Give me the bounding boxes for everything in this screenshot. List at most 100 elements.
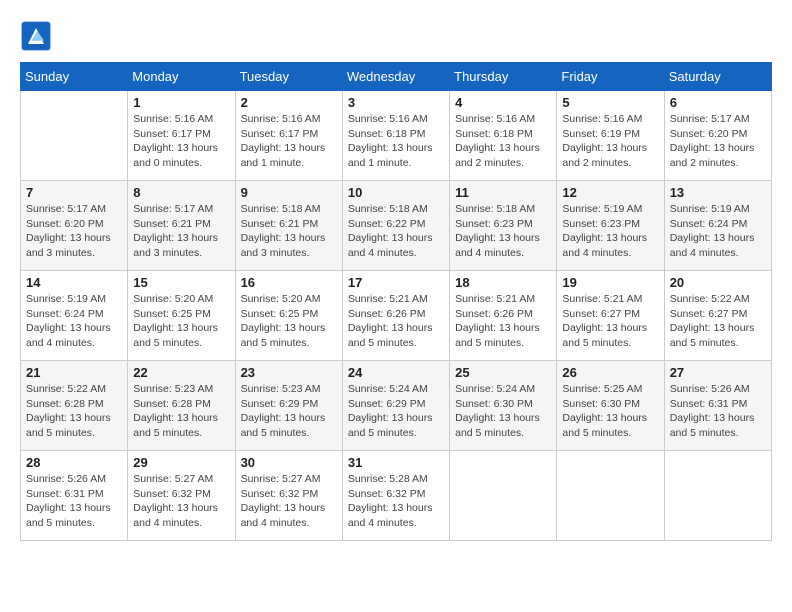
day-info: Sunrise: 5:16 AMSunset: 6:17 PMDaylight:… (133, 112, 229, 171)
day-number: 2 (241, 95, 337, 110)
calendar-cell (664, 451, 771, 541)
day-info: Sunrise: 5:27 AMSunset: 6:32 PMDaylight:… (241, 472, 337, 531)
calendar-cell: 13 Sunrise: 5:19 AMSunset: 6:24 PMDayligh… (664, 181, 771, 271)
day-info: Sunrise: 5:17 AMSunset: 6:20 PMDaylight:… (26, 202, 122, 261)
day-info: Sunrise: 5:17 AMSunset: 6:21 PMDaylight:… (133, 202, 229, 261)
day-info: Sunrise: 5:25 AMSunset: 6:30 PMDaylight:… (562, 382, 658, 441)
day-info: Sunrise: 5:20 AMSunset: 6:25 PMDaylight:… (241, 292, 337, 351)
day-number: 14 (26, 275, 122, 290)
calendar-cell: 29 Sunrise: 5:27 AMSunset: 6:32 PMDayligh… (128, 451, 235, 541)
day-info: Sunrise: 5:17 AMSunset: 6:20 PMDaylight:… (670, 112, 766, 171)
day-info: Sunrise: 5:18 AMSunset: 6:22 PMDaylight:… (348, 202, 444, 261)
calendar-cell: 3Sunrise: 5:16 AMSunset: 6:18 PMDaylight… (342, 91, 449, 181)
calendar-week-row: 21 Sunrise: 5:22 AMSunset: 6:28 PMDayligh… (21, 361, 772, 451)
day-number: 11 (455, 185, 551, 200)
calendar-cell: 31 Sunrise: 5:28 AMSunset: 6:32 PMDayligh… (342, 451, 449, 541)
day-info: Sunrise: 5:28 AMSunset: 6:32 PMDaylight:… (348, 472, 444, 531)
day-info: Sunrise: 5:26 AMSunset: 6:31 PMDaylight:… (26, 472, 122, 531)
calendar-week-row: 28 Sunrise: 5:26 AMSunset: 6:31 PMDayligh… (21, 451, 772, 541)
day-info: Sunrise: 5:22 AMSunset: 6:27 PMDaylight:… (670, 292, 766, 351)
day-info: Sunrise: 5:16 AMSunset: 6:17 PMDaylight:… (241, 112, 337, 171)
day-number: 15 (133, 275, 229, 290)
logo (20, 20, 56, 52)
calendar-cell: 28 Sunrise: 5:26 AMSunset: 6:31 PMDayligh… (21, 451, 128, 541)
day-number: 9 (241, 185, 337, 200)
day-info: Sunrise: 5:16 AMSunset: 6:19 PMDaylight:… (562, 112, 658, 171)
day-number: 30 (241, 455, 337, 470)
day-info: Sunrise: 5:21 AMSunset: 6:26 PMDaylight:… (455, 292, 551, 351)
calendar-cell (450, 451, 557, 541)
day-number: 6 (670, 95, 766, 110)
day-number: 8 (133, 185, 229, 200)
calendar-cell: 1 Sunrise: 5:16 AMSunset: 6:17 PMDaylight… (128, 91, 235, 181)
calendar-cell: 14 Sunrise: 5:19 AMSunset: 6:24 PMDayligh… (21, 271, 128, 361)
day-number: 24 (348, 365, 444, 380)
day-number: 26 (562, 365, 658, 380)
page-header (20, 20, 772, 52)
day-number: 12 (562, 185, 658, 200)
calendar-cell: 23Sunrise: 5:23 AMSunset: 6:29 PMDayligh… (235, 361, 342, 451)
day-number: 25 (455, 365, 551, 380)
day-info: Sunrise: 5:22 AMSunset: 6:28 PMDaylight:… (26, 382, 122, 441)
day-info: Sunrise: 5:19 AMSunset: 6:23 PMDaylight:… (562, 202, 658, 261)
calendar-cell: 17 Sunrise: 5:21 AMSunset: 6:26 PMDayligh… (342, 271, 449, 361)
day-info: Sunrise: 5:21 AMSunset: 6:27 PMDaylight:… (562, 292, 658, 351)
day-number: 13 (670, 185, 766, 200)
day-info: Sunrise: 5:21 AMSunset: 6:26 PMDaylight:… (348, 292, 444, 351)
calendar-table: SundayMondayTuesdayWednesdayThursdayFrid… (20, 62, 772, 541)
day-number: 21 (26, 365, 122, 380)
day-info: Sunrise: 5:19 AMSunset: 6:24 PMDaylight:… (26, 292, 122, 351)
day-number: 23 (241, 365, 337, 380)
calendar-cell: 25 Sunrise: 5:24 AMSunset: 6:30 PMDayligh… (450, 361, 557, 451)
day-info: Sunrise: 5:24 AMSunset: 6:30 PMDaylight:… (455, 382, 551, 441)
calendar-cell: 7 Sunrise: 5:17 AMSunset: 6:20 PMDaylight… (21, 181, 128, 271)
calendar-cell (557, 451, 664, 541)
day-number: 4 (455, 95, 551, 110)
day-number: 17 (348, 275, 444, 290)
day-number: 29 (133, 455, 229, 470)
calendar-cell: 4 Sunrise: 5:16 AMSunset: 6:18 PMDaylight… (450, 91, 557, 181)
calendar-cell: 26 Sunrise: 5:25 AMSunset: 6:30 PMDayligh… (557, 361, 664, 451)
day-number: 18 (455, 275, 551, 290)
day-info: Sunrise: 5:26 AMSunset: 6:31 PMDaylight:… (670, 382, 766, 441)
calendar-week-row: 1 Sunrise: 5:16 AMSunset: 6:17 PMDaylight… (21, 91, 772, 181)
day-number: 31 (348, 455, 444, 470)
day-number: 1 (133, 95, 229, 110)
calendar-cell: 27Sunrise: 5:26 AMSunset: 6:31 PMDayligh… (664, 361, 771, 451)
calendar-cell: 12 Sunrise: 5:19 AMSunset: 6:23 PMDayligh… (557, 181, 664, 271)
weekday-header: Friday (557, 63, 664, 91)
weekday-header: Thursday (450, 63, 557, 91)
calendar-cell: 8 Sunrise: 5:17 AMSunset: 6:21 PMDaylight… (128, 181, 235, 271)
weekday-header: Tuesday (235, 63, 342, 91)
calendar-cell: 18 Sunrise: 5:21 AMSunset: 6:26 PMDayligh… (450, 271, 557, 361)
calendar-header-row: SundayMondayTuesdayWednesdayThursdayFrid… (21, 63, 772, 91)
calendar-cell: 20 Sunrise: 5:22 AMSunset: 6:27 PMDayligh… (664, 271, 771, 361)
day-number: 20 (670, 275, 766, 290)
day-info: Sunrise: 5:20 AMSunset: 6:25 PMDaylight:… (133, 292, 229, 351)
day-info: Sunrise: 5:23 AMSunset: 6:28 PMDaylight:… (133, 382, 229, 441)
calendar-cell: 2 Sunrise: 5:16 AMSunset: 6:17 PMDaylight… (235, 91, 342, 181)
day-info: Sunrise: 5:19 AMSunset: 6:24 PMDaylight:… (670, 202, 766, 261)
day-number: 28 (26, 455, 122, 470)
day-number: 5 (562, 95, 658, 110)
calendar-cell: 9 Sunrise: 5:18 AMSunset: 6:21 PMDaylight… (235, 181, 342, 271)
day-number: 10 (348, 185, 444, 200)
day-info: Sunrise: 5:18 AMSunset: 6:23 PMDaylight:… (455, 202, 551, 261)
day-info: Sunrise: 5:24 AMSunset: 6:29 PMDaylight:… (348, 382, 444, 441)
weekday-header: Saturday (664, 63, 771, 91)
day-info: Sunrise: 5:18 AMSunset: 6:21 PMDaylight:… (241, 202, 337, 261)
calendar-week-row: 14 Sunrise: 5:19 AMSunset: 6:24 PMDayligh… (21, 271, 772, 361)
day-number: 16 (241, 275, 337, 290)
day-info: Sunrise: 5:16 AMSunset: 6:18 PMDaylight:… (348, 112, 444, 171)
calendar-cell: 11 Sunrise: 5:18 AMSunset: 6:23 PMDayligh… (450, 181, 557, 271)
day-number: 19 (562, 275, 658, 290)
calendar-cell (21, 91, 128, 181)
weekday-header: Wednesday (342, 63, 449, 91)
calendar-cell: 6 Sunrise: 5:17 AMSunset: 6:20 PMDaylight… (664, 91, 771, 181)
calendar-cell: 15 Sunrise: 5:20 AMSunset: 6:25 PMDayligh… (128, 271, 235, 361)
calendar-cell: 16 Sunrise: 5:20 AMSunset: 6:25 PMDayligh… (235, 271, 342, 361)
day-info: Sunrise: 5:16 AMSunset: 6:18 PMDaylight:… (455, 112, 551, 171)
calendar-cell: 30 Sunrise: 5:27 AMSunset: 6:32 PMDayligh… (235, 451, 342, 541)
day-number: 7 (26, 185, 122, 200)
day-info: Sunrise: 5:27 AMSunset: 6:32 PMDaylight:… (133, 472, 229, 531)
